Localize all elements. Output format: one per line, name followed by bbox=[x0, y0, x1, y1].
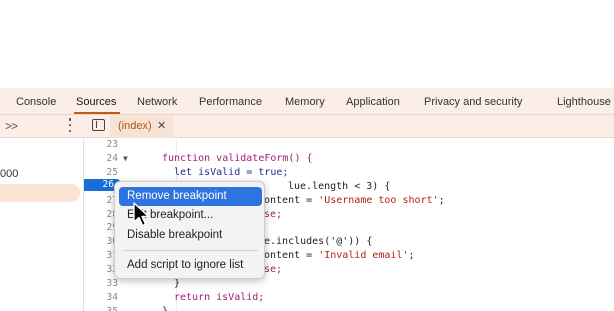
kebab-menu-icon[interactable] bbox=[66, 118, 74, 132]
code-string: 'Username too short' bbox=[318, 194, 439, 206]
code-text: return isValid; bbox=[174, 291, 265, 303]
devtools-panel-tabs: Console Sources Network Performance Memo… bbox=[0, 88, 614, 115]
menu-item-add-script-to-ignore-list[interactable]: Add script to ignore list bbox=[119, 256, 262, 275]
code-line-35: } bbox=[162, 305, 168, 311]
page-top-area bbox=[0, 0, 614, 88]
code-line-32: se; bbox=[264, 263, 282, 277]
code-text: function validateForm() { bbox=[162, 152, 313, 164]
line-number: 28 bbox=[106, 208, 118, 220]
navigator-item-label: 000 bbox=[0, 168, 19, 180]
file-tab-index[interactable]: (index) ✕ bbox=[110, 115, 173, 138]
tab-privacy-and-security[interactable]: Privacy and security bbox=[424, 96, 522, 108]
code-line-33: } bbox=[174, 277, 180, 291]
code-line-27: ontent = 'Username too short'; bbox=[264, 194, 445, 208]
code-text: ; bbox=[408, 250, 415, 262]
line-number: 30 bbox=[106, 236, 118, 248]
code-text: se; bbox=[264, 208, 283, 220]
navigator-selected-item[interactable] bbox=[0, 184, 80, 202]
line-number: 31 bbox=[106, 250, 118, 262]
line-number: 29 bbox=[106, 222, 118, 234]
line-number: 23 bbox=[106, 139, 118, 150]
double-chevron-right-icon[interactable]: >> bbox=[5, 119, 18, 133]
toggle-sidebar-icon[interactable] bbox=[92, 119, 105, 131]
tab-network[interactable]: Network bbox=[137, 96, 177, 108]
code-text: } bbox=[162, 306, 168, 311]
code-text: se; bbox=[264, 264, 283, 276]
breakpoint-context-menu: Remove breakpoint Edit breakpoint... Dis… bbox=[114, 181, 265, 279]
code-text: let isValid = true; bbox=[174, 166, 289, 178]
file-tab-label: (index) bbox=[118, 120, 152, 132]
line-number: 27 bbox=[106, 194, 118, 206]
active-tab-indicator bbox=[74, 112, 120, 114]
code-string: 'Invalid email' bbox=[318, 250, 409, 262]
code-text: e.includes('@')) { bbox=[264, 236, 373, 248]
tab-performance[interactable]: Performance bbox=[199, 96, 262, 108]
code-line-30: e.includes('@')) { bbox=[264, 235, 372, 249]
sources-toolbar: >> (index) ✕ bbox=[0, 115, 614, 138]
menu-separator bbox=[123, 250, 258, 251]
code-text: } bbox=[174, 278, 181, 289]
tab-lighthouse[interactable]: Lighthouse bbox=[557, 96, 611, 108]
menu-item-disable-breakpoint[interactable]: Disable breakpoint bbox=[119, 226, 262, 245]
code-line-25: let isValid = true; bbox=[174, 166, 288, 180]
code-line-31: ontent = 'Invalid email'; bbox=[264, 249, 415, 263]
line-number: 34 bbox=[106, 291, 118, 303]
file-navigator: 000 bbox=[0, 139, 83, 311]
tab-application[interactable]: Application bbox=[346, 96, 400, 108]
tab-memory[interactable]: Memory bbox=[285, 96, 325, 108]
line-number: 32 bbox=[106, 264, 118, 276]
code-text: lue.length < 3) { bbox=[288, 180, 391, 192]
breakpoint-line-number: 26 bbox=[102, 178, 114, 190]
code-text: ontent = bbox=[264, 194, 319, 206]
tab-sources[interactable]: Sources bbox=[76, 96, 116, 108]
line-number: 35 bbox=[84, 305, 118, 311]
code-text: ontent = bbox=[264, 250, 319, 262]
code-text: ; bbox=[438, 194, 445, 206]
code-line-24: function validateForm() { bbox=[162, 152, 313, 166]
code-line-26: lue.length < 3) { bbox=[288, 180, 390, 194]
tab-console[interactable]: Console bbox=[16, 96, 56, 108]
line-number: 33 bbox=[106, 278, 118, 289]
code-line-34: return isValid; bbox=[174, 291, 264, 305]
code-line-28: se; bbox=[264, 208, 282, 222]
close-icon[interactable]: ✕ bbox=[157, 119, 166, 132]
fold-arrow-icon[interactable]: ▼ bbox=[123, 152, 128, 166]
mouse-pointer-icon bbox=[133, 202, 150, 227]
line-number: 24 bbox=[106, 152, 118, 164]
